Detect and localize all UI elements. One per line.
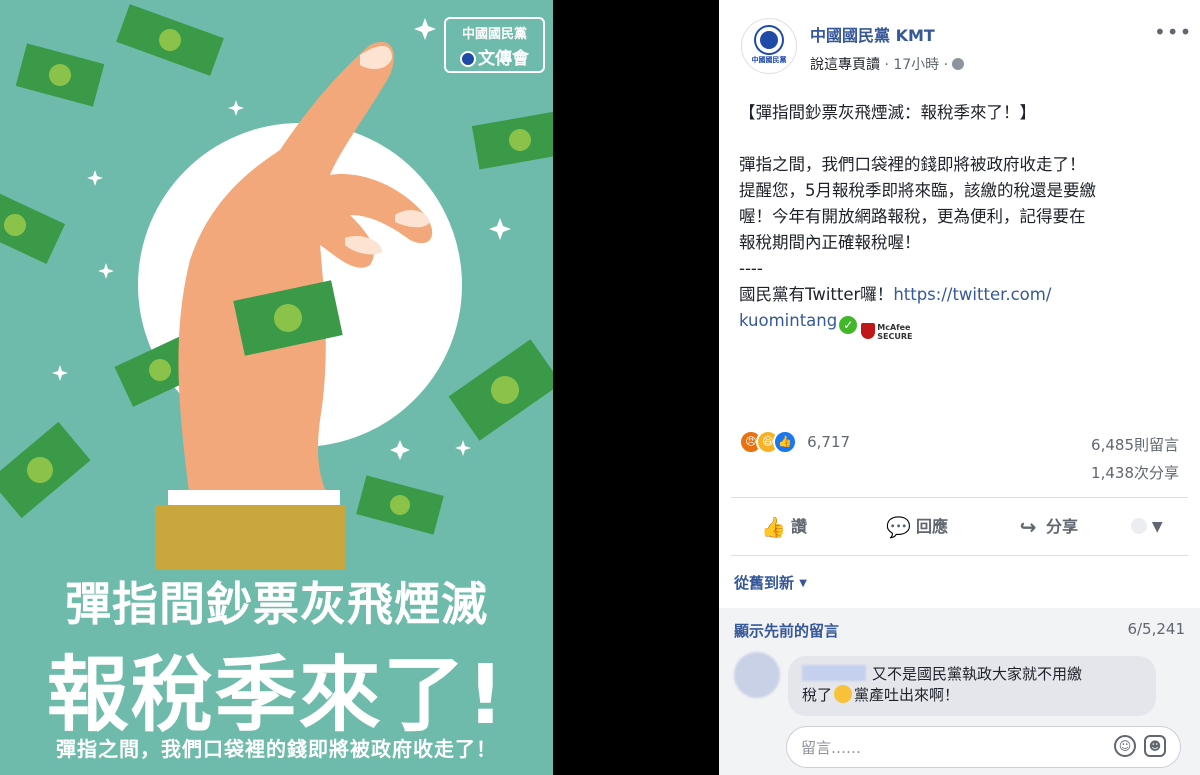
comment-sort-dropdown[interactable]: 從舊到新 ▼ [734,572,807,593]
sticker-icon[interactable]: ☻ [1144,735,1166,757]
thumbs-up-icon: 👍 [761,515,786,539]
mcafee-line1: McAfee [877,323,911,332]
like-reaction-icon: 👍 [773,430,797,454]
post-body-line: 提醒您，5月報稅季即將來臨，該繳的稅還是要繳 [739,181,1096,200]
mcafee-line2: SECURE [877,332,913,341]
post-panel: 中國國民黨 中國國民黨 KMT 說這專頁讀 · 17小時 · ••• 【彈指間鈔… [719,0,1200,775]
divider [731,555,1188,556]
comment-input[interactable]: 留言…… ☺ ☻ [786,726,1181,768]
share-arrow-icon: ↪ [1019,515,1037,539]
sort-label: 從舊到新 [734,574,795,592]
post-title-line: 【彈指間鈔票灰飛煙滅：報稅季來了！】 [739,103,1036,122]
badge-line1: 中國國民黨 [461,27,527,42]
divider [731,497,1188,498]
comment-button[interactable]: 💬 回應 [886,507,948,547]
poster-headline-2: 報稅季來了! [46,648,507,743]
chevron-down-icon: ▼ [1151,519,1163,535]
worried-emoji-icon [834,685,853,703]
action-bar: 👍 讚 💬 回應 ↪ 分享 ▼ [731,507,1188,547]
post-meta: 說這專頁讀 · 17小時 · [810,54,965,74]
speech-bubble-icon: 💬 [886,515,911,539]
poster-headline-3: 彈指之間，我們口袋裡的錢即將被政府收走了！ [56,737,497,761]
comment-text: 又不是國民黨執政大家就不用繳 [872,665,1083,683]
view-previous-comments-link[interactable]: 顯示先前的留言 [734,620,839,641]
comments-count[interactable]: 6,485則留言 [1091,434,1179,455]
post-body-line: 報稅期間內正確報稅喔！ [739,233,921,252]
kmt-culture-dept-badge: 中國國民黨 文傳會 [444,17,545,73]
kmt-logo-icon [756,27,782,53]
emoji-picker-icon[interactable]: ☺ [1114,735,1136,757]
post-time[interactable]: · 17小時 · [884,57,948,73]
reaction-count[interactable]: 6,717 [807,433,850,451]
commenter-avatar[interactable] [734,652,780,698]
comment-pager: 6/5,241 [1127,620,1185,638]
reaction-selector[interactable]: ▼ [1131,507,1163,547]
comment-text-cont: 稅了 [802,686,833,704]
share-button[interactable]: ↪ 分享 [1016,507,1078,547]
shares-count[interactable]: 1,438次分享 [1091,462,1179,483]
twitter-link[interactable]: https://twitter.com/ [893,285,1051,304]
reactions-summary[interactable]: 😠 😆 👍 6,717 [739,430,850,454]
twitter-text: 國民黨有Twitter囉！ [739,285,894,304]
kmt-sun-icon [460,51,476,67]
post-body-line: 喔！今年有開放網路報稅，更為便利，記得要在 [739,207,1086,226]
page-name-link[interactable]: 中國國民黨 KMT [810,22,935,46]
post-body-line: 彈指之間，我們口袋裡的錢即將被政府收走了！ [739,155,1086,174]
like-button[interactable]: 👍 讚 [761,507,807,547]
mcafee-secure-icon: McAfee SECURE [861,323,912,341]
caret-down-icon: ▼ [799,578,807,589]
avatar-label: 中國國民黨 [751,56,787,64]
badge-line2: 文傳會 [478,49,529,69]
comment-bubble: 又不是國民黨執政大家就不用繳 稅了 黨產吐出來啊！ [788,656,1156,716]
comment-label: 回應 [916,517,949,536]
poster-headline-1: 彈指間鈔票灰飛煙滅 [65,577,488,631]
twitter-link-cont[interactable]: kuomintang [739,311,837,330]
verified-check-icon: ✓ [839,316,858,334]
globe-icon [952,58,965,70]
comment-placeholder: 留言…… [801,739,862,757]
share-label: 分享 [1046,517,1079,536]
profile-icon [1131,518,1147,534]
separator: ---- [739,259,763,278]
more-options-button[interactable]: ••• [1154,20,1192,44]
like-label: 讚 [791,517,808,536]
editor-link[interactable]: 說這專頁讀 [810,57,880,73]
post-image[interactable]: 中國國民黨 文傳會 彈指間鈔票灰飛煙滅 報稅季來了! 彈指之間，我們口袋裡的錢即… [0,0,553,775]
commenter-name-redacted[interactable] [802,665,866,681]
post-text: 【彈指間鈔票灰飛煙滅：報稅季來了！】 彈指之間，我們口袋裡的錢即將被政府收走了！… [739,100,1184,341]
comment-text-end: 黨產吐出來啊！ [854,686,960,704]
page-avatar[interactable]: 中國國民黨 [741,18,797,74]
